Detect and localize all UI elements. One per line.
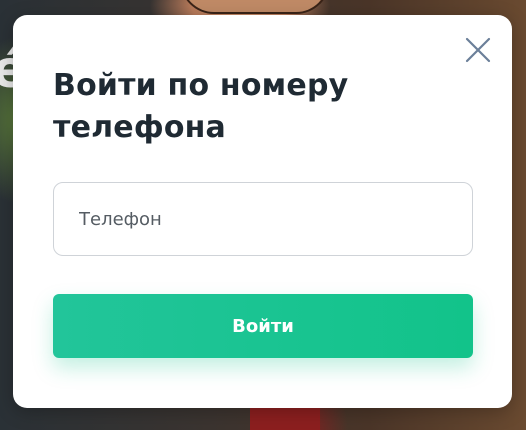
phone-input[interactable] [54,183,472,255]
phone-field [53,182,473,256]
modal-title: Войти по номеру телефона [53,68,349,145]
close-icon [465,37,491,63]
background-tie-illustration [250,405,320,430]
background-face-illustration [180,0,330,14]
close-button[interactable] [463,35,493,65]
login-button[interactable]: Войти [53,294,473,358]
login-modal: Войти по номеру телефона Войти [13,15,512,408]
